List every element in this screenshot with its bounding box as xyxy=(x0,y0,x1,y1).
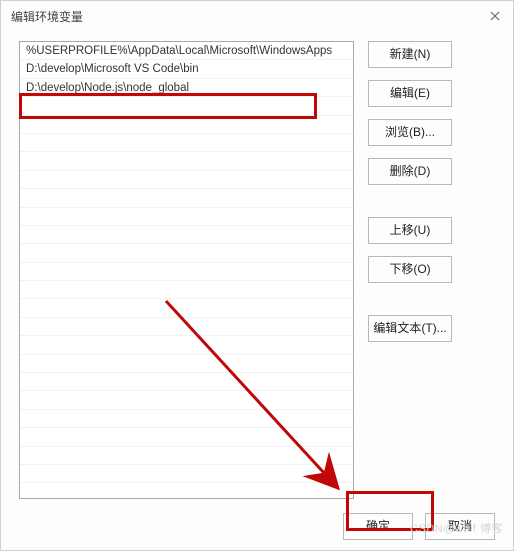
path-list-item-empty[interactable] xyxy=(20,208,353,226)
ok-button[interactable]: 确定 xyxy=(343,513,413,540)
path-list-item[interactable]: %USERPROFILE%\AppData\Local\Microsoft\Wi… xyxy=(20,42,353,60)
delete-button[interactable]: 删除(D) xyxy=(368,158,452,185)
edit-text-button[interactable]: 编辑文本(T)... xyxy=(368,315,452,342)
path-list-item-empty[interactable] xyxy=(20,171,353,189)
path-list-item-empty[interactable] xyxy=(20,465,353,483)
path-listbox[interactable]: %USERPROFILE%\AppData\Local\Microsoft\Wi… xyxy=(19,41,354,499)
path-list-item-empty[interactable] xyxy=(20,281,353,299)
path-list-item-empty[interactable] xyxy=(20,336,353,354)
path-list-item-empty[interactable] xyxy=(20,428,353,446)
path-list-item-empty[interactable] xyxy=(20,226,353,244)
move-up-button[interactable]: 上移(U) xyxy=(368,217,452,244)
cancel-button[interactable]: 取消 xyxy=(425,513,495,540)
browse-button[interactable]: 浏览(B)... xyxy=(368,119,452,146)
edit-environment-variable-dialog: 编辑环境变量 %USERPROFILE%\AppData\Local\Micro… xyxy=(0,0,514,551)
path-list-item-empty[interactable] xyxy=(20,152,353,170)
side-button-panel: 新建(N) 编辑(E) 浏览(B)... 删除(D) 上移(U) 下移(O) 编… xyxy=(368,41,452,499)
path-list-item-empty[interactable] xyxy=(20,299,353,317)
new-button[interactable]: 新建(N) xyxy=(368,41,452,68)
path-list-item-empty[interactable] xyxy=(20,373,353,391)
dialog-footer: 确定 取消 xyxy=(343,513,495,540)
path-list-item-empty[interactable] xyxy=(20,318,353,336)
titlebar: 编辑环境变量 xyxy=(1,1,513,31)
path-list-item[interactable]: D:\develop\Node.js\node_global xyxy=(20,79,353,97)
edit-button[interactable]: 编辑(E) xyxy=(368,80,452,107)
path-list-item-empty[interactable] xyxy=(20,483,353,499)
close-icon[interactable] xyxy=(485,6,505,26)
path-list-item-empty[interactable] xyxy=(20,189,353,207)
path-list-item-empty[interactable] xyxy=(20,116,353,134)
path-list-item-empty[interactable] xyxy=(20,244,353,262)
path-list-item-empty[interactable] xyxy=(20,97,353,115)
path-list-item-empty[interactable] xyxy=(20,447,353,465)
path-list-item-empty[interactable] xyxy=(20,391,353,409)
path-list-item-empty[interactable] xyxy=(20,355,353,373)
window-title: 编辑环境变量 xyxy=(11,8,83,25)
path-list-item[interactable]: D:\develop\Microsoft VS Code\bin xyxy=(20,60,353,78)
path-list-item-empty[interactable] xyxy=(20,410,353,428)
path-list-item-empty[interactable] xyxy=(20,134,353,152)
move-down-button[interactable]: 下移(O) xyxy=(368,256,452,283)
path-list-item-empty[interactable] xyxy=(20,263,353,281)
dialog-content: %USERPROFILE%\AppData\Local\Microsoft\Wi… xyxy=(1,31,513,499)
